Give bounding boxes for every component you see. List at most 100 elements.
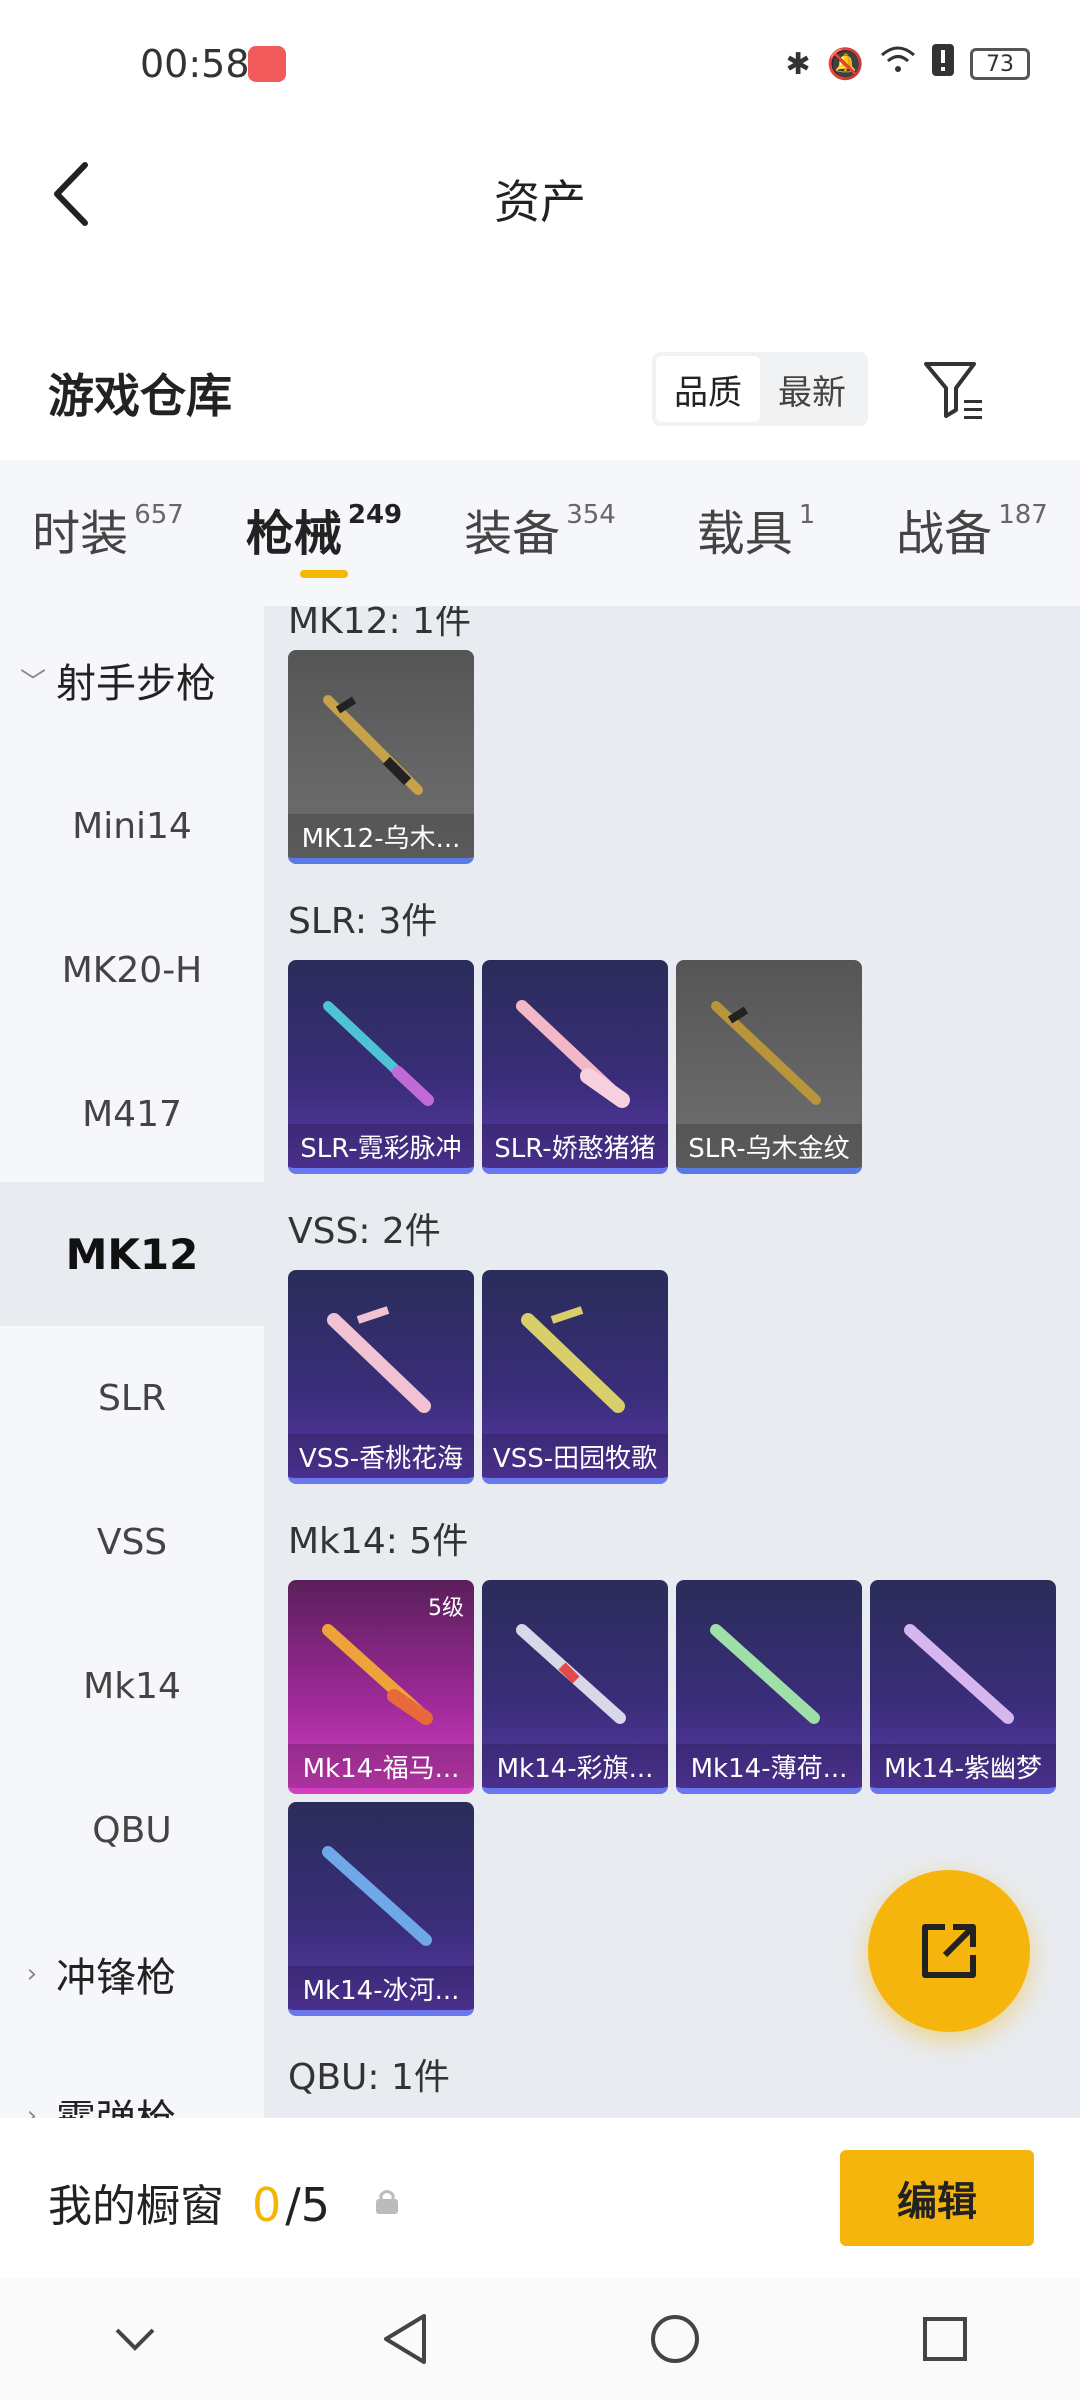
sidebar-item-slr[interactable]: SLR [0, 1326, 264, 1470]
alert-icon [932, 44, 954, 84]
tab-active-indicator [300, 570, 348, 578]
weapon-card-label: SLR-霓彩脉冲 [288, 1124, 474, 1168]
sort-toggle: 品质 最新 [652, 352, 868, 426]
tab-label: 枪械 [245, 506, 342, 562]
edit-button[interactable]: 编辑 [840, 2150, 1034, 2246]
status-icons: ✱ 🔕 73 [785, 44, 1030, 84]
tab-label: 载具 [696, 506, 793, 562]
rifle-icon [516, 1000, 630, 1108]
group-label-vss: VSS: 2件 [288, 1211, 441, 1252]
group-label-slr: SLR: 3件 [288, 901, 438, 942]
weapon-level-badge: 5级 [428, 1596, 464, 1621]
tab-supplies[interactable]: 战备 187 [864, 460, 1080, 606]
chevron-right-icon: › [26, 2101, 38, 2118]
sidebar-item-mk14[interactable]: Mk14 [0, 1614, 264, 1758]
chevron-down-icon [115, 2328, 155, 2351]
tab-count: 249 [347, 500, 403, 530]
section-header: 游戏仓库 品质 最新 [0, 330, 1080, 460]
showcase-title: 我的橱窗 [48, 2181, 224, 2232]
sidebar-category-label: 射手步枪 [56, 661, 216, 707]
showcase-bar: 我的橱窗 0 /5 编辑 [0, 2118, 1080, 2278]
rifle-icon [323, 695, 423, 795]
weapon-card[interactable]: VSS-田园牧歌 [482, 1270, 668, 1484]
weapon-card[interactable]: 5级 Mk14-福马... [288, 1580, 474, 1794]
tab-count: 354 [566, 500, 616, 530]
sidebar-item-mk12[interactable]: MK12 [0, 1182, 264, 1326]
square-recents-icon [923, 2317, 967, 2361]
chevron-right-icon: › [26, 1959, 38, 1989]
weapon-card-label: Mk14-福马... [288, 1744, 474, 1788]
weapon-card[interactable]: VSS-香桃花海 [288, 1270, 474, 1484]
share-fab-button[interactable] [868, 1870, 1030, 2032]
circle-home-icon [651, 2315, 699, 2363]
sort-quality-option[interactable]: 品质 [656, 356, 760, 422]
sidebar-category-shotgun[interactable]: › 霰弹枪 [20, 2066, 264, 2118]
wifi-icon [880, 45, 916, 83]
group-label-mk12: MK12: 1件 [288, 606, 471, 642]
tab-label: 战备 [896, 506, 993, 562]
tab-firearms[interactable]: 枪械 249 [216, 460, 432, 606]
weapon-card[interactable]: Mk14-冰河... [288, 1802, 474, 2016]
bluetooth-icon: ✱ [785, 46, 811, 82]
weapon-card-label: SLR-乌木金纹 [676, 1124, 862, 1168]
weapon-card-label: SLR-娇憨猪猪 [482, 1124, 668, 1168]
tab-fashion[interactable]: 时装 657 [0, 460, 216, 606]
status-bar: 00:58 ✱ 🔕 73 [0, 0, 1080, 130]
status-time: 00:58 [140, 42, 250, 86]
rifle-icon [904, 1624, 1014, 1724]
chevron-down-icon: ﹀ [20, 667, 47, 698]
battery-icon: 73 [970, 48, 1030, 80]
sidebar-item-mini14[interactable]: Mini14 [0, 754, 264, 898]
sort-newest-option[interactable]: 最新 [760, 356, 864, 422]
nav-recents-button[interactable] [905, 2299, 985, 2379]
group-label-mk14: Mk14: 5件 [288, 1521, 469, 1562]
rifle-icon [710, 1624, 820, 1724]
weapon-card[interactable]: SLR-霓彩脉冲 [288, 960, 474, 1174]
showcase-count: 0 [252, 2178, 282, 2232]
weapon-card[interactable]: SLR-乌木金纹 [676, 960, 862, 1174]
filter-icon [924, 362, 982, 419]
showcase-label: 我的橱窗 0 /5 [48, 2170, 330, 2234]
rifle-icon [521, 1306, 625, 1413]
weapon-card-label: MK12-乌木... [288, 814, 474, 858]
weapon-card-label: Mk14-薄荷... [676, 1744, 862, 1788]
sidebar-item-m417[interactable]: M417 [0, 1042, 264, 1186]
sidebar-category-marksman[interactable]: ﹀ 射手步枪 [20, 630, 264, 730]
nav-home-button[interactable] [635, 2299, 715, 2379]
weapon-card[interactable]: Mk14-紫幽梦 [870, 1580, 1056, 1794]
sidebar-item-mk20h[interactable]: MK20-H [0, 898, 264, 1042]
weapon-card[interactable]: Mk14-彩旗... [482, 1580, 668, 1794]
sidebar-item-qbu[interactable]: QBU [0, 1758, 264, 1902]
sidebar-category-label: 霰弹枪 [56, 2087, 176, 2118]
tab-count: 1 [798, 500, 816, 530]
weapon-type-sidebar: ﹀ 射手步枪 Mini14 MK20-H M417 MK12 SLR VSS M… [0, 606, 264, 2118]
showcase-total: /5 [285, 2178, 331, 2232]
weapon-card-label: VSS-香桃花海 [288, 1434, 474, 1478]
sidebar-category-smg[interactable]: › 冲锋枪 [20, 1924, 264, 2024]
mute-icon: 🔕 [826, 46, 864, 82]
sidebar-category-label: 冲锋枪 [56, 1955, 176, 2001]
weapon-card-label: Mk14-彩旗... [482, 1744, 668, 1788]
weapon-card[interactable]: SLR-娇憨猪猪 [482, 960, 668, 1174]
tab-label: 装备 [464, 506, 561, 562]
app-notification-icon [248, 46, 286, 82]
weapon-card-label: Mk14-冰河... [288, 1966, 474, 2010]
filter-button[interactable] [922, 356, 986, 426]
weapon-card[interactable]: Mk14-薄荷... [676, 1580, 862, 1794]
sidebar-item-vss[interactable]: VSS [0, 1470, 264, 1614]
rifle-icon [516, 1624, 626, 1724]
app-header: 资产 [0, 130, 1080, 260]
system-navigation-bar [0, 2278, 1080, 2400]
rifle-icon [323, 1001, 434, 1106]
nav-collapse-button[interactable] [95, 2299, 175, 2379]
weapon-card[interactable]: MK12-乌木... [288, 650, 474, 864]
tab-count: 657 [134, 500, 184, 530]
tab-equipment[interactable]: 装备 354 [432, 460, 648, 606]
rifle-icon [711, 1001, 821, 1105]
triangle-back-icon [384, 2314, 426, 2364]
share-icon [922, 1924, 976, 1978]
tab-vehicles[interactable]: 载具 1 [648, 460, 864, 606]
nav-back-button[interactable] [365, 2299, 445, 2379]
category-tabs: 时装 657 枪械 249 装备 354 载具 1 战备 187 [0, 460, 1080, 606]
tab-count: 187 [998, 500, 1048, 530]
